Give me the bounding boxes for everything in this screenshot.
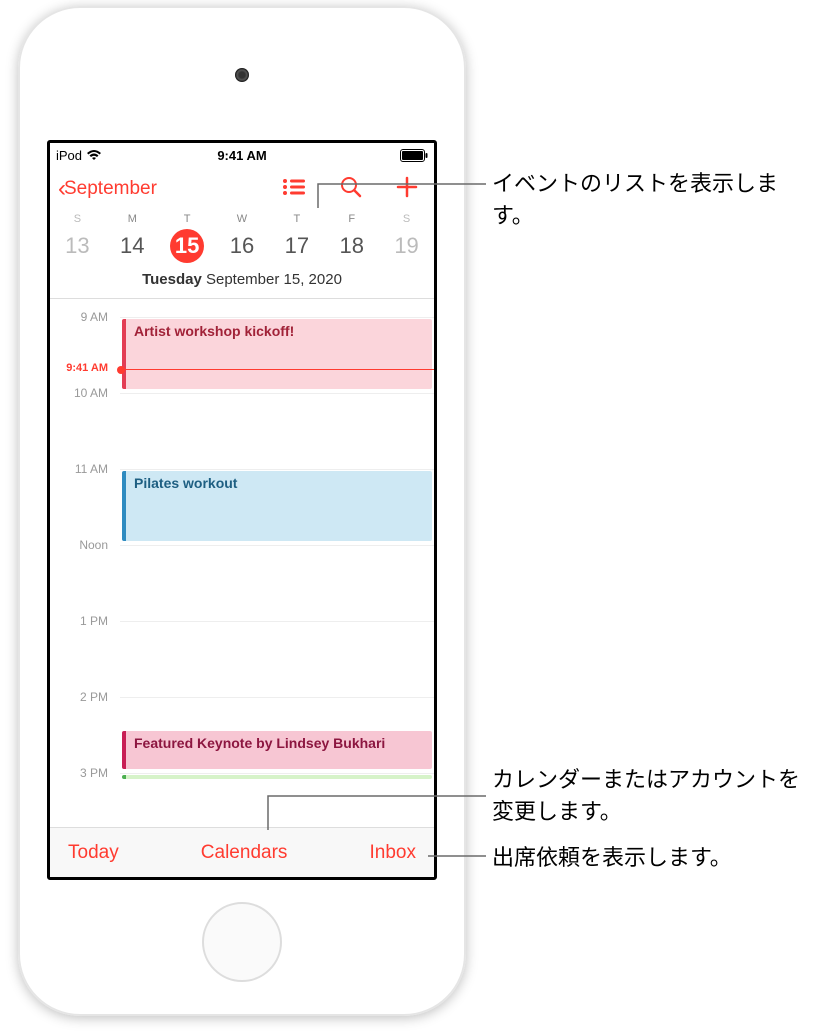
navbar: ‹ September: [50, 167, 434, 211]
date-heading-rest: September 15, 2020: [202, 271, 342, 288]
calendars-button[interactable]: Calendars: [201, 842, 288, 864]
event-item[interactable]: [122, 775, 432, 779]
day-cell[interactable]: 19: [390, 229, 424, 263]
weekday-numbers: 13 14 15 16 17 18 19: [50, 229, 434, 271]
weekday-letter: S: [50, 213, 105, 225]
day-cell[interactable]: 13: [60, 229, 94, 263]
day-cell[interactable]: 18: [335, 229, 369, 263]
hour-label: 2 PM: [50, 690, 114, 704]
screen: iPod 9:41 AM ‹ September: [47, 140, 437, 880]
toolbar: Today Calendars Inbox: [50, 827, 434, 877]
today-button[interactable]: Today: [68, 842, 119, 864]
weekday-letter: S: [379, 213, 434, 225]
home-button[interactable]: [202, 902, 282, 982]
date-heading-dow: Tuesday: [142, 271, 202, 288]
add-icon[interactable]: [396, 176, 418, 203]
weekday-letter: W: [215, 213, 270, 225]
event-item[interactable]: Featured Keynote by Lindsey Bukhari: [122, 731, 432, 769]
timeline[interactable]: 9 AM 10 AM 11 AM Noon 1 PM 2 PM 3 PM Art…: [50, 299, 434, 779]
event-item[interactable]: Artist workshop kickoff!: [122, 319, 432, 389]
event-title: Artist workshop kickoff!: [134, 323, 294, 339]
date-heading: Tuesday September 15, 2020: [50, 271, 434, 299]
day-cell[interactable]: 14: [115, 229, 149, 263]
inbox-button[interactable]: Inbox: [370, 842, 416, 864]
weekday-letter: F: [324, 213, 379, 225]
weekday-letter: M: [105, 213, 160, 225]
hour-label: 9 AM: [50, 310, 114, 324]
hour-label: 3 PM: [50, 766, 114, 779]
callout-list: イベントのリストを表示します。: [492, 168, 792, 232]
status-time: 9:41 AM: [50, 148, 434, 163]
search-icon[interactable]: [340, 176, 362, 203]
device-frame: iPod 9:41 AM ‹ September: [18, 6, 466, 1016]
day-cell[interactable]: 17: [280, 229, 314, 263]
day-cell[interactable]: 16: [225, 229, 259, 263]
event-item[interactable]: Pilates workout: [122, 471, 432, 541]
event-title: Featured Keynote by Lindsey Bukhari: [134, 735, 385, 751]
status-bar: iPod 9:41 AM: [50, 143, 434, 167]
back-label: September: [64, 178, 157, 200]
list-icon[interactable]: [282, 177, 306, 202]
now-label: 9:41 AM: [50, 362, 108, 374]
callout-calendars: カレンダーまたはアカウントを変更します。: [492, 764, 802, 828]
hour-label: 1 PM: [50, 614, 114, 628]
callout-inbox: 出席依頼を表示します。: [492, 842, 802, 874]
event-title: Pilates workout: [134, 475, 237, 491]
hour-label: Noon: [50, 538, 114, 552]
device-camera: [235, 68, 249, 82]
hour-label: 11 AM: [50, 462, 114, 476]
weekday-letter: T: [160, 213, 215, 225]
weekday-row: S M T W T F S: [50, 211, 434, 229]
back-button[interactable]: ‹ September: [58, 175, 157, 203]
day-cell-selected[interactable]: 15: [170, 229, 204, 263]
hour-label: 10 AM: [50, 386, 114, 400]
weekday-letter: T: [269, 213, 324, 225]
